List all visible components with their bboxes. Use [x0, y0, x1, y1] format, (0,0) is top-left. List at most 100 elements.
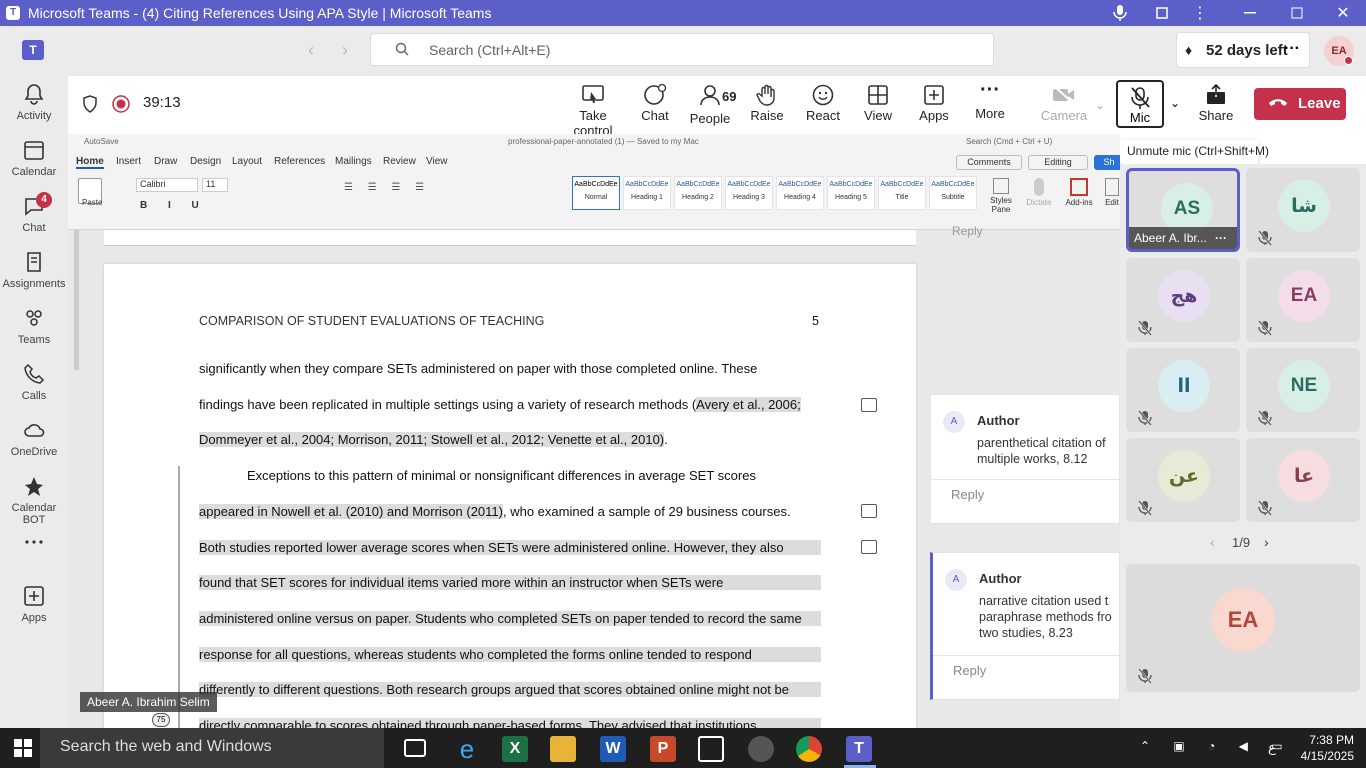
comment-icon[interactable]	[861, 398, 877, 412]
self-video-tile[interactable]: EA	[1126, 564, 1360, 692]
more-actions-button[interactable]: ··· More	[960, 80, 1020, 130]
word-tab-design[interactable]: Design	[190, 156, 221, 167]
rail-label: Calendar BOT	[11, 502, 57, 526]
mic-chevron-icon[interactable]: ⌄	[1170, 96, 1180, 110]
participant-tile[interactable]: NE	[1246, 348, 1360, 432]
chrome-icon[interactable]	[796, 736, 822, 762]
word-search[interactable]: Search (Cmd + Ctrl + U)	[966, 137, 1052, 146]
more-options-icon[interactable]: ⋮	[1190, 3, 1210, 23]
rail-item-onedrive[interactable]: OneDrive	[0, 418, 68, 474]
word-tab-insert[interactable]: Insert	[116, 156, 141, 167]
pop-out-icon[interactable]	[1152, 3, 1172, 23]
windows-start-icon[interactable]	[14, 739, 32, 762]
participant-tile[interactable]: عن	[1126, 438, 1240, 522]
camera-button[interactable]: Camera	[1034, 80, 1094, 130]
comment-icon[interactable]	[861, 540, 877, 554]
search-input[interactable]: Search (Ctrl+Alt+E)	[370, 33, 994, 66]
teams-taskbar-icon[interactable]: T	[846, 736, 872, 762]
store-icon[interactable]	[698, 736, 724, 762]
comments-button[interactable]: Comments	[956, 155, 1022, 170]
style-subtitle[interactable]: AaBbCcDdEe Subtitle	[929, 176, 977, 210]
style-normal[interactable]: AaBbCcDdEe Normal	[572, 176, 620, 210]
edit-button[interactable]: Edit	[1104, 178, 1120, 207]
word-tab-mailings[interactable]: Mailings	[335, 156, 372, 167]
share-button[interactable]: Share	[1186, 80, 1246, 130]
rail-item-calendar[interactable]: Calendar	[0, 138, 68, 194]
close-icon[interactable]: ✕	[1333, 3, 1353, 23]
leave-button[interactable]: Leave	[1254, 88, 1346, 120]
prev-page-icon[interactable]: ‹	[1210, 534, 1215, 550]
paragraph-icons[interactable]: ☰ ☰ ☰ ☰	[344, 182, 430, 193]
raise-hand-button[interactable]: Raise	[737, 80, 797, 130]
reply-input[interactable]: Reply	[953, 663, 986, 678]
rail-item-more[interactable]	[0, 530, 68, 586]
word-tab-draw[interactable]: Draw	[154, 156, 177, 167]
rail-item-apps[interactable]: Apps	[0, 584, 68, 640]
mic-muted-icon	[1258, 410, 1274, 426]
excel-icon[interactable]: X	[502, 736, 528, 762]
rail-item-chat[interactable]: 4 Chat	[0, 192, 68, 250]
participant-tile[interactable]: عا	[1246, 438, 1360, 522]
style-title[interactable]: AaBbCcDdEe Title	[878, 176, 926, 210]
rail-item-assignments[interactable]: Assignments	[0, 250, 68, 306]
language-indicator[interactable]: ع	[1268, 740, 1276, 756]
rail-item-teams[interactable]: Teams	[0, 306, 68, 362]
next-page-icon[interactable]: ›	[1264, 534, 1269, 550]
file-explorer-icon[interactable]	[550, 736, 576, 762]
view-button[interactable]: View	[848, 80, 908, 130]
camera-chevron-icon[interactable]: ⌄	[1095, 98, 1105, 112]
react-button[interactable]: React	[793, 80, 853, 130]
word-tab-home[interactable]: Home	[76, 156, 104, 169]
powerpoint-icon[interactable]: P	[650, 736, 676, 762]
reply-top[interactable]: Reply	[952, 224, 983, 238]
chat-button[interactable]: Chat	[625, 80, 685, 130]
editing-button[interactable]: Editing	[1028, 155, 1088, 170]
word-tab-view[interactable]: View	[426, 156, 448, 167]
forward-icon[interactable]: ›	[342, 40, 348, 61]
apps-button[interactable]: Apps	[904, 80, 964, 130]
font-size-select[interactable]: 11	[202, 178, 228, 192]
comment-card[interactable]: A Author narrative citation used t paraphra…	[930, 552, 1120, 700]
take-control-button[interactable]: Take control	[562, 80, 624, 138]
back-icon[interactable]: ‹	[308, 40, 314, 61]
participant-tile[interactable]: هج	[1126, 258, 1240, 342]
rail-item-calendar-bot[interactable]: Calendar BOT	[0, 474, 68, 530]
format-icons[interactable]: B I U	[140, 200, 208, 211]
style-heading-3[interactable]: AaBbCcDdEe Heading 3	[725, 176, 773, 210]
task-view-icon[interactable]	[404, 739, 426, 757]
word-share-button[interactable]: Sh	[1094, 155, 1120, 170]
participant-tile[interactable]: EA	[1246, 258, 1360, 342]
taskbar-search[interactable]: Search the web and Windows	[40, 728, 384, 768]
edge-icon[interactable]: e	[454, 736, 480, 762]
clock[interactable]: 7:38 PM 4/15/2025	[1290, 732, 1354, 764]
style-heading-2[interactable]: AaBbCcDdEe Heading 2	[674, 176, 722, 210]
participant-tile[interactable]: شا	[1246, 168, 1360, 252]
restore-icon[interactable]	[1287, 3, 1307, 23]
comment-card[interactable]: A Author parenthetical citation of multiple…	[930, 394, 1120, 524]
styles-pane-button[interactable]: Styles Pane	[988, 178, 1014, 214]
more-icon[interactable]: ···	[1284, 40, 1300, 58]
rail-item-activity[interactable]: Activity	[0, 82, 68, 138]
word-tab-layout[interactable]: Layout	[232, 156, 262, 167]
word-icon[interactable]: W	[600, 736, 626, 762]
word-tab-references[interactable]: References	[274, 156, 325, 167]
people-button[interactable]: 69 People	[680, 80, 740, 130]
participant-tile[interactable]: اا	[1126, 348, 1240, 432]
participant-tile[interactable]: AS Abeer A. Ibr... ···	[1126, 168, 1240, 252]
mic-icon[interactable]	[1110, 3, 1130, 23]
dictate-button[interactable]: Dictate	[1024, 178, 1054, 207]
comment-icon[interactable]	[861, 504, 877, 518]
style-heading-1[interactable]: AaBbCcDdEe Heading 1	[623, 176, 671, 210]
style-heading-5[interactable]: AaBbCcDdEe Heading 5	[827, 176, 875, 210]
comment-text: parenthetical citation of multiple works,…	[977, 436, 1106, 466]
rail-item-calls[interactable]: Calls	[0, 362, 68, 418]
word-tab-review[interactable]: Review	[383, 156, 416, 167]
minimize-icon[interactable]	[1240, 3, 1260, 23]
mic-button[interactable]: Mic	[1116, 80, 1164, 128]
reply-input[interactable]: Reply	[951, 487, 984, 502]
addins-button[interactable]: Add-ins	[1064, 178, 1094, 207]
zoom-level[interactable]: 75	[152, 713, 170, 727]
style-heading-4[interactable]: AaBbCcDdEe Heading 4	[776, 176, 824, 210]
font-select[interactable]: Calibri	[136, 178, 198, 192]
app-icon[interactable]	[748, 736, 774, 762]
